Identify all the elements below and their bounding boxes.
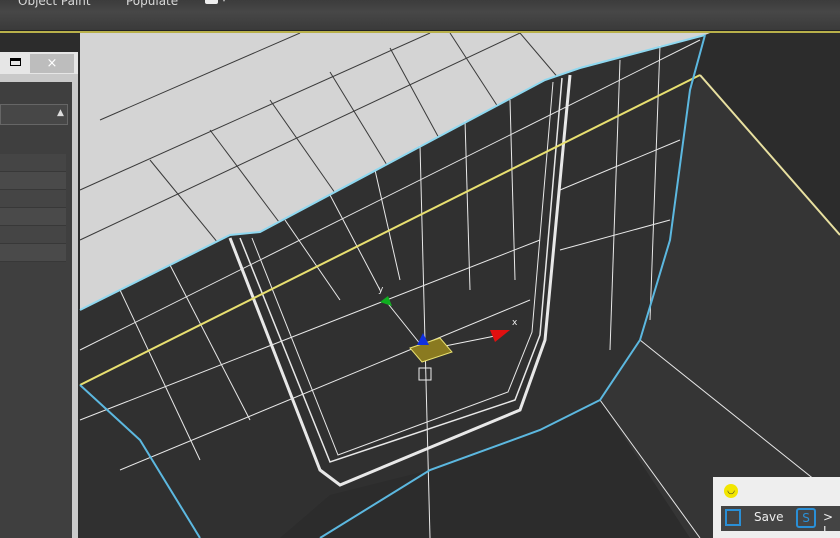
dropdown-arrow-icon[interactable]: ▾ (222, 0, 226, 4)
smiley-icon: ◡ (724, 484, 738, 498)
script-dialog: ◡ Save S > I (713, 477, 840, 538)
list-row[interactable] (0, 226, 66, 244)
main-toolbar: Object Paint Populate ▾ (0, 0, 840, 31)
maximize-button[interactable] (10, 58, 21, 66)
save-icon[interactable] (725, 509, 741, 526)
viewport-layout-icon[interactable] (205, 0, 218, 4)
list-row[interactable] (0, 154, 66, 172)
list-row[interactable] (0, 244, 66, 262)
more-button[interactable]: > I (823, 510, 840, 538)
svg-text:y: y (378, 285, 384, 295)
3dsmax-logo-icon[interactable]: S (796, 508, 816, 528)
svg-text:x: x (512, 318, 518, 328)
floating-panel: × ▲ (0, 52, 78, 538)
save-button[interactable]: Save (754, 510, 783, 524)
panel-content (0, 82, 72, 538)
populate-tab[interactable]: Populate (126, 0, 178, 8)
sort-ascending-icon[interactable]: ▲ (57, 108, 64, 118)
perspective-viewport[interactable]: y x (0, 33, 840, 538)
list-row[interactable] (0, 208, 66, 226)
close-button[interactable]: × (30, 54, 74, 73)
object-paint-tab[interactable]: Object Paint (18, 0, 91, 8)
dialog-toolbar: Save S > I (721, 506, 840, 538)
list-row[interactable] (0, 172, 66, 190)
list-row[interactable] (0, 190, 66, 208)
